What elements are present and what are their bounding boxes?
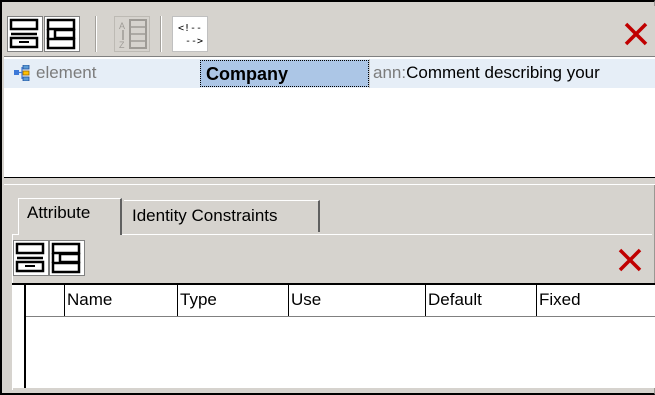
toolbar-separator <box>95 16 97 52</box>
element-icon <box>14 64 30 82</box>
insert-row-icon[interactable] <box>44 16 80 52</box>
annotation-prefix: ann: <box>373 63 407 82</box>
element-type-label: element <box>36 63 97 82</box>
column-header-name[interactable]: Name <box>64 285 177 316</box>
pane-splitter[interactable] <box>4 177 655 185</box>
sort-icon: A Z <box>114 16 150 52</box>
column-header-fixed-label: Fixed <box>539 290 581 309</box>
column-header-default[interactable]: Default <box>425 285 536 316</box>
comment-icon-line2: --> <box>185 36 203 47</box>
tab-attribute-label: Attribute <box>27 203 91 222</box>
attribute-row-selector-column <box>12 283 24 388</box>
tab-attribute[interactable]: Attribute <box>18 198 122 235</box>
element-toolbar: A Z <!-- --> <box>4 6 655 56</box>
comment-icon-line1: <!-- <box>178 23 202 34</box>
element-list: element Company ann:Comment describing y… <box>4 56 655 177</box>
attribute-toolbar <box>12 240 652 282</box>
close-icon[interactable] <box>616 246 644 274</box>
insert-row-icon[interactable] <box>49 240 85 276</box>
schema-components-window: A Z <!-- --> element Company ann:Comment… <box>0 0 655 395</box>
column-header-type-label: Type <box>180 290 217 309</box>
column-header-name-label: Name <box>67 290 113 309</box>
attribute-grid: Name Type Use Default Fixed <box>24 283 655 388</box>
element-type-cell[interactable]: element <box>10 59 200 88</box>
element-row[interactable]: element Company ann:Comment describing y… <box>4 59 655 88</box>
comment-icon[interactable]: <!-- --> <box>172 16 208 52</box>
element-name-value: Company <box>206 64 289 84</box>
column-header-use-label: Use <box>291 290 322 309</box>
attribute-grid-header: Name Type Use Default Fixed <box>26 285 655 317</box>
close-icon[interactable] <box>622 20 650 48</box>
svg-text:Z: Z <box>119 40 125 50</box>
append-row-icon[interactable] <box>13 240 49 276</box>
column-header-use[interactable]: Use <box>288 285 425 316</box>
column-header-type[interactable]: Type <box>177 285 288 316</box>
element-annotation-field[interactable]: ann:Comment describing your <box>369 59 655 88</box>
element-name-field[interactable]: Company <box>200 60 369 87</box>
annotation-text: Comment describing your <box>406 63 600 82</box>
append-row-icon[interactable] <box>7 16 43 52</box>
tab-identity-constraints-label: Identity Constraints <box>132 206 278 225</box>
toolbar-separator <box>160 16 162 52</box>
tab-identity-constraints[interactable]: Identity Constraints <box>124 200 320 232</box>
svg-text:A: A <box>119 21 125 31</box>
column-header-fixed[interactable]: Fixed <box>536 285 655 316</box>
column-header-default-label: Default <box>428 290 482 309</box>
